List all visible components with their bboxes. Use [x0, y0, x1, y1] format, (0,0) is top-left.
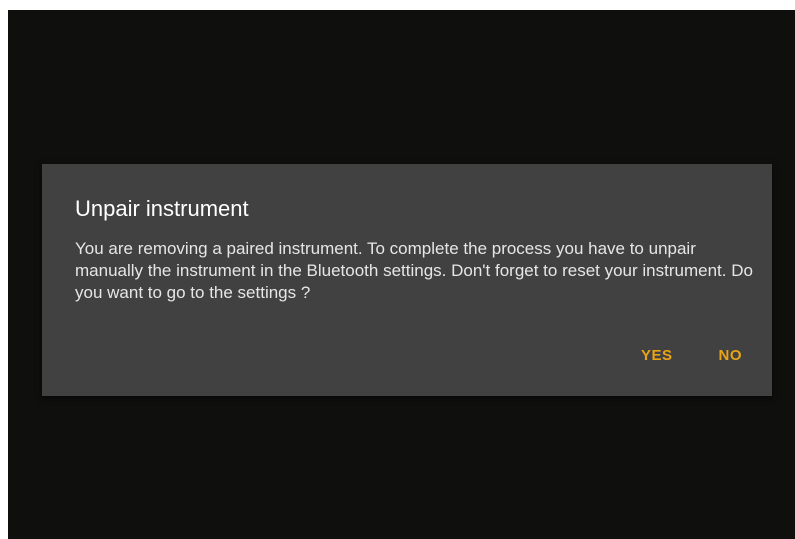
no-button[interactable]: NO — [719, 346, 743, 366]
dialog-title: Unpair instrument — [75, 196, 249, 221]
app-screen-background: Unpair instrument You are removing a pai… — [8, 10, 795, 539]
dialog-actions: YES NO — [641, 346, 742, 366]
unpair-dialog: Unpair instrument You are removing a pai… — [42, 164, 772, 396]
yes-button[interactable]: YES — [641, 346, 673, 366]
dialog-message: You are removing a paired instrument. To… — [75, 239, 753, 302]
